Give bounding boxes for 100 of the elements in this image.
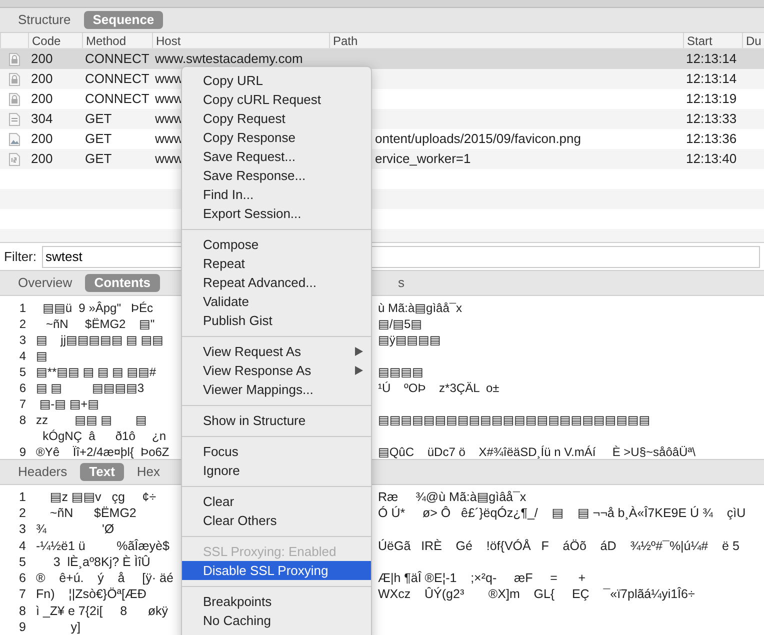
content-text: Ó Ú* ø> Ô ê£´}ëqÓz¿¶_/ ▤ ▤ ¬¬å b¸À«Î7KE9E Ú ¾ çìU <box>377 505 747 522</box>
content-text: ▤QûC üDc7 ö X#¾îëäSD¸Íü n V.mÁí È >U§~såôâÜª\ <box>377 444 696 459</box>
line-number: 1 <box>18 300 27 316</box>
filter-label: Filter: <box>4 248 36 266</box>
table-cell-text: 12:13:40 <box>685 150 738 168</box>
content-text: WXcz ÛÝ(g2³ ®X]m GL{ EÇ ¯«ï7plãá¼yi1Î6÷ <box>377 586 696 603</box>
line-number: 5 <box>18 554 27 570</box>
menu-item[interactable]: Focus <box>182 442 371 461</box>
line-number: 9 <box>18 444 27 459</box>
line-number: 7 <box>18 586 27 603</box>
table-cell-text: 200 <box>30 150 54 168</box>
menu-item[interactable]: Breakpoints <box>182 592 371 611</box>
menu-item[interactable]: Validate <box>182 292 371 311</box>
menu-item[interactable]: Clear Others <box>182 511 371 530</box>
table-cell-text: 304 <box>30 110 54 128</box>
content-text: kÓgNÇ â ð1ô ¿n <box>42 428 168 444</box>
tab[interactable]: Hex <box>128 463 170 481</box>
content-text: ®Yê Ïî+2/4æ¤þl{ Þo6Z <box>35 444 170 459</box>
content-text: ▤▤▤▤▤▤▤▤▤▤▤▤▤▤▤▤▤▤▤▤▤▤▤▤ <box>377 412 652 428</box>
table-cell-text: 12:13:33 <box>685 110 738 128</box>
content-text: ~ñN $ËMG2 ▤" <box>45 316 156 332</box>
column-header[interactable]: Host <box>152 33 329 48</box>
line-number: 9 <box>18 618 27 635</box>
content-text: ▤ <box>35 348 48 364</box>
line-number: 2 <box>18 316 27 332</box>
content-text: ~ñN $ËMG2 <box>48 505 138 522</box>
tab[interactable]: Structure <box>9 11 80 29</box>
menu-item[interactable]: View Response As <box>182 361 371 380</box>
line-number: 6 <box>18 380 27 396</box>
equals-file-icon <box>8 112 20 126</box>
content-text: ▤ jj▤▤▤▤▤ ▤ ▤▤ <box>35 332 164 348</box>
line-number: 3 <box>18 332 27 348</box>
table-cell-text: ontent/uploads/2015/09/favicon.png <box>374 130 582 148</box>
line-number: 8 <box>18 602 27 619</box>
table-cell-text: ervice_worker=1 <box>374 150 472 168</box>
locked-file-icon <box>8 92 20 106</box>
content-text: -¼½ë1 ü %ãÎæyè$ <box>35 538 170 554</box>
menu-item[interactable]: Viewer Mappings... <box>182 380 371 399</box>
table-cell-text: GET <box>84 110 113 128</box>
content-text: ▤-▤ ▤+▤ <box>38 396 100 412</box>
table-cell-text: CONNECT <box>84 90 150 108</box>
menu-item[interactable]: Disable SSL Proxying <box>182 561 371 580</box>
line-number: 4 <box>18 538 27 554</box>
menu-item[interactable]: Save Request... <box>182 147 371 166</box>
line-number: 6 <box>18 570 27 586</box>
menu-item[interactable]: Ignore <box>182 461 371 480</box>
menu-item[interactable]: Clear <box>182 492 371 511</box>
menu-item[interactable]: Publish Gist <box>182 311 371 330</box>
content-text: ▤ ▤ ▤▤▤▤3 <box>35 380 146 396</box>
content-text: 3 lÈ¸aº8Kj? È ÌîÛ <box>52 554 152 570</box>
column-header[interactable]: Method <box>82 33 152 48</box>
content-text: ▤▤▤▤ <box>377 364 424 380</box>
column-header[interactable]: Code <box>28 33 82 48</box>
table-cell-text: 12:13:14 <box>685 70 738 88</box>
content-text: ® ê+ú. ý å [ÿ· äé <box>35 570 174 586</box>
table-cell-text: CONNECT <box>84 50 150 68</box>
image-file-icon <box>8 132 20 146</box>
locked-file-icon <box>8 52 20 66</box>
line-number: 3 <box>18 521 27 538</box>
menu-item[interactable]: Copy cURL Request <box>182 90 371 109</box>
menu-item[interactable]: Export Session... <box>182 204 371 223</box>
content-text: ▤**▤▤ ▤ ▤ ▤ ▤▤# <box>35 364 158 380</box>
menu-item[interactable]: No Caching <box>182 611 371 630</box>
line-number: 4 <box>18 348 27 364</box>
content-text: ì _Z¥ e 7{2i[ 8 økÿ <box>35 602 170 619</box>
content-text: zz ▤▤ ▤ ▤ <box>35 412 148 428</box>
line-number: 8 <box>18 412 27 428</box>
menu-item[interactable]: Copy Request <box>182 109 371 128</box>
menu-item[interactable]: Find In... <box>182 185 371 204</box>
content-text: ¹Ú ºOÞ z*3ÇÄL o± <box>377 380 500 396</box>
content-text: Fn) ¦|Zsò€}Öª[ÆÐ <box>35 586 148 603</box>
tab[interactable]: s <box>389 274 414 292</box>
column-header[interactable]: Start <box>683 33 742 48</box>
column-header[interactable]: Path <box>329 33 683 48</box>
menu-item[interactable]: Show in Structure <box>182 411 371 430</box>
table-cell-text: 200 <box>30 130 54 148</box>
content-text: ù Mã:à▤gìâå¯x <box>377 300 464 316</box>
table-cell-text: 12:13:14 <box>685 50 738 68</box>
tab[interactable]: Overview <box>9 274 82 292</box>
table-cell-text: GET <box>84 130 113 148</box>
content-text: y] <box>70 618 82 635</box>
column-header[interactable]: Du <box>742 33 764 48</box>
line-number: 7 <box>18 396 27 412</box>
content-text: ▤/▤5▤ <box>377 316 424 332</box>
menu-item[interactable]: Repeat Advanced... <box>182 273 371 292</box>
menu-item[interactable]: Save Response... <box>182 166 371 185</box>
table-cell-text: GET <box>84 150 113 168</box>
line-number: 1 <box>18 489 27 506</box>
menu-item[interactable]: View Request As <box>182 342 371 361</box>
table-cell-text: 200 <box>30 70 54 88</box>
content-text: Æ|h ¶äÎ ®E¦-1 ;×²q- æF = + <box>377 570 587 586</box>
menu-item[interactable]: Copy URL <box>182 71 371 90</box>
script-file-icon <box>8 152 20 166</box>
content-text: ▤z ▤▤v çg ¢÷ <box>48 489 158 506</box>
tab[interactable]: Headers <box>9 463 76 481</box>
table-cell-text: 200 <box>30 90 54 108</box>
line-number: 5 <box>18 364 27 380</box>
content-text: ▤ÿ▤▤▤▤ <box>377 332 442 348</box>
table-cell-text: 12:13:36 <box>685 130 738 148</box>
menu-item[interactable]: Copy Response <box>182 128 371 147</box>
